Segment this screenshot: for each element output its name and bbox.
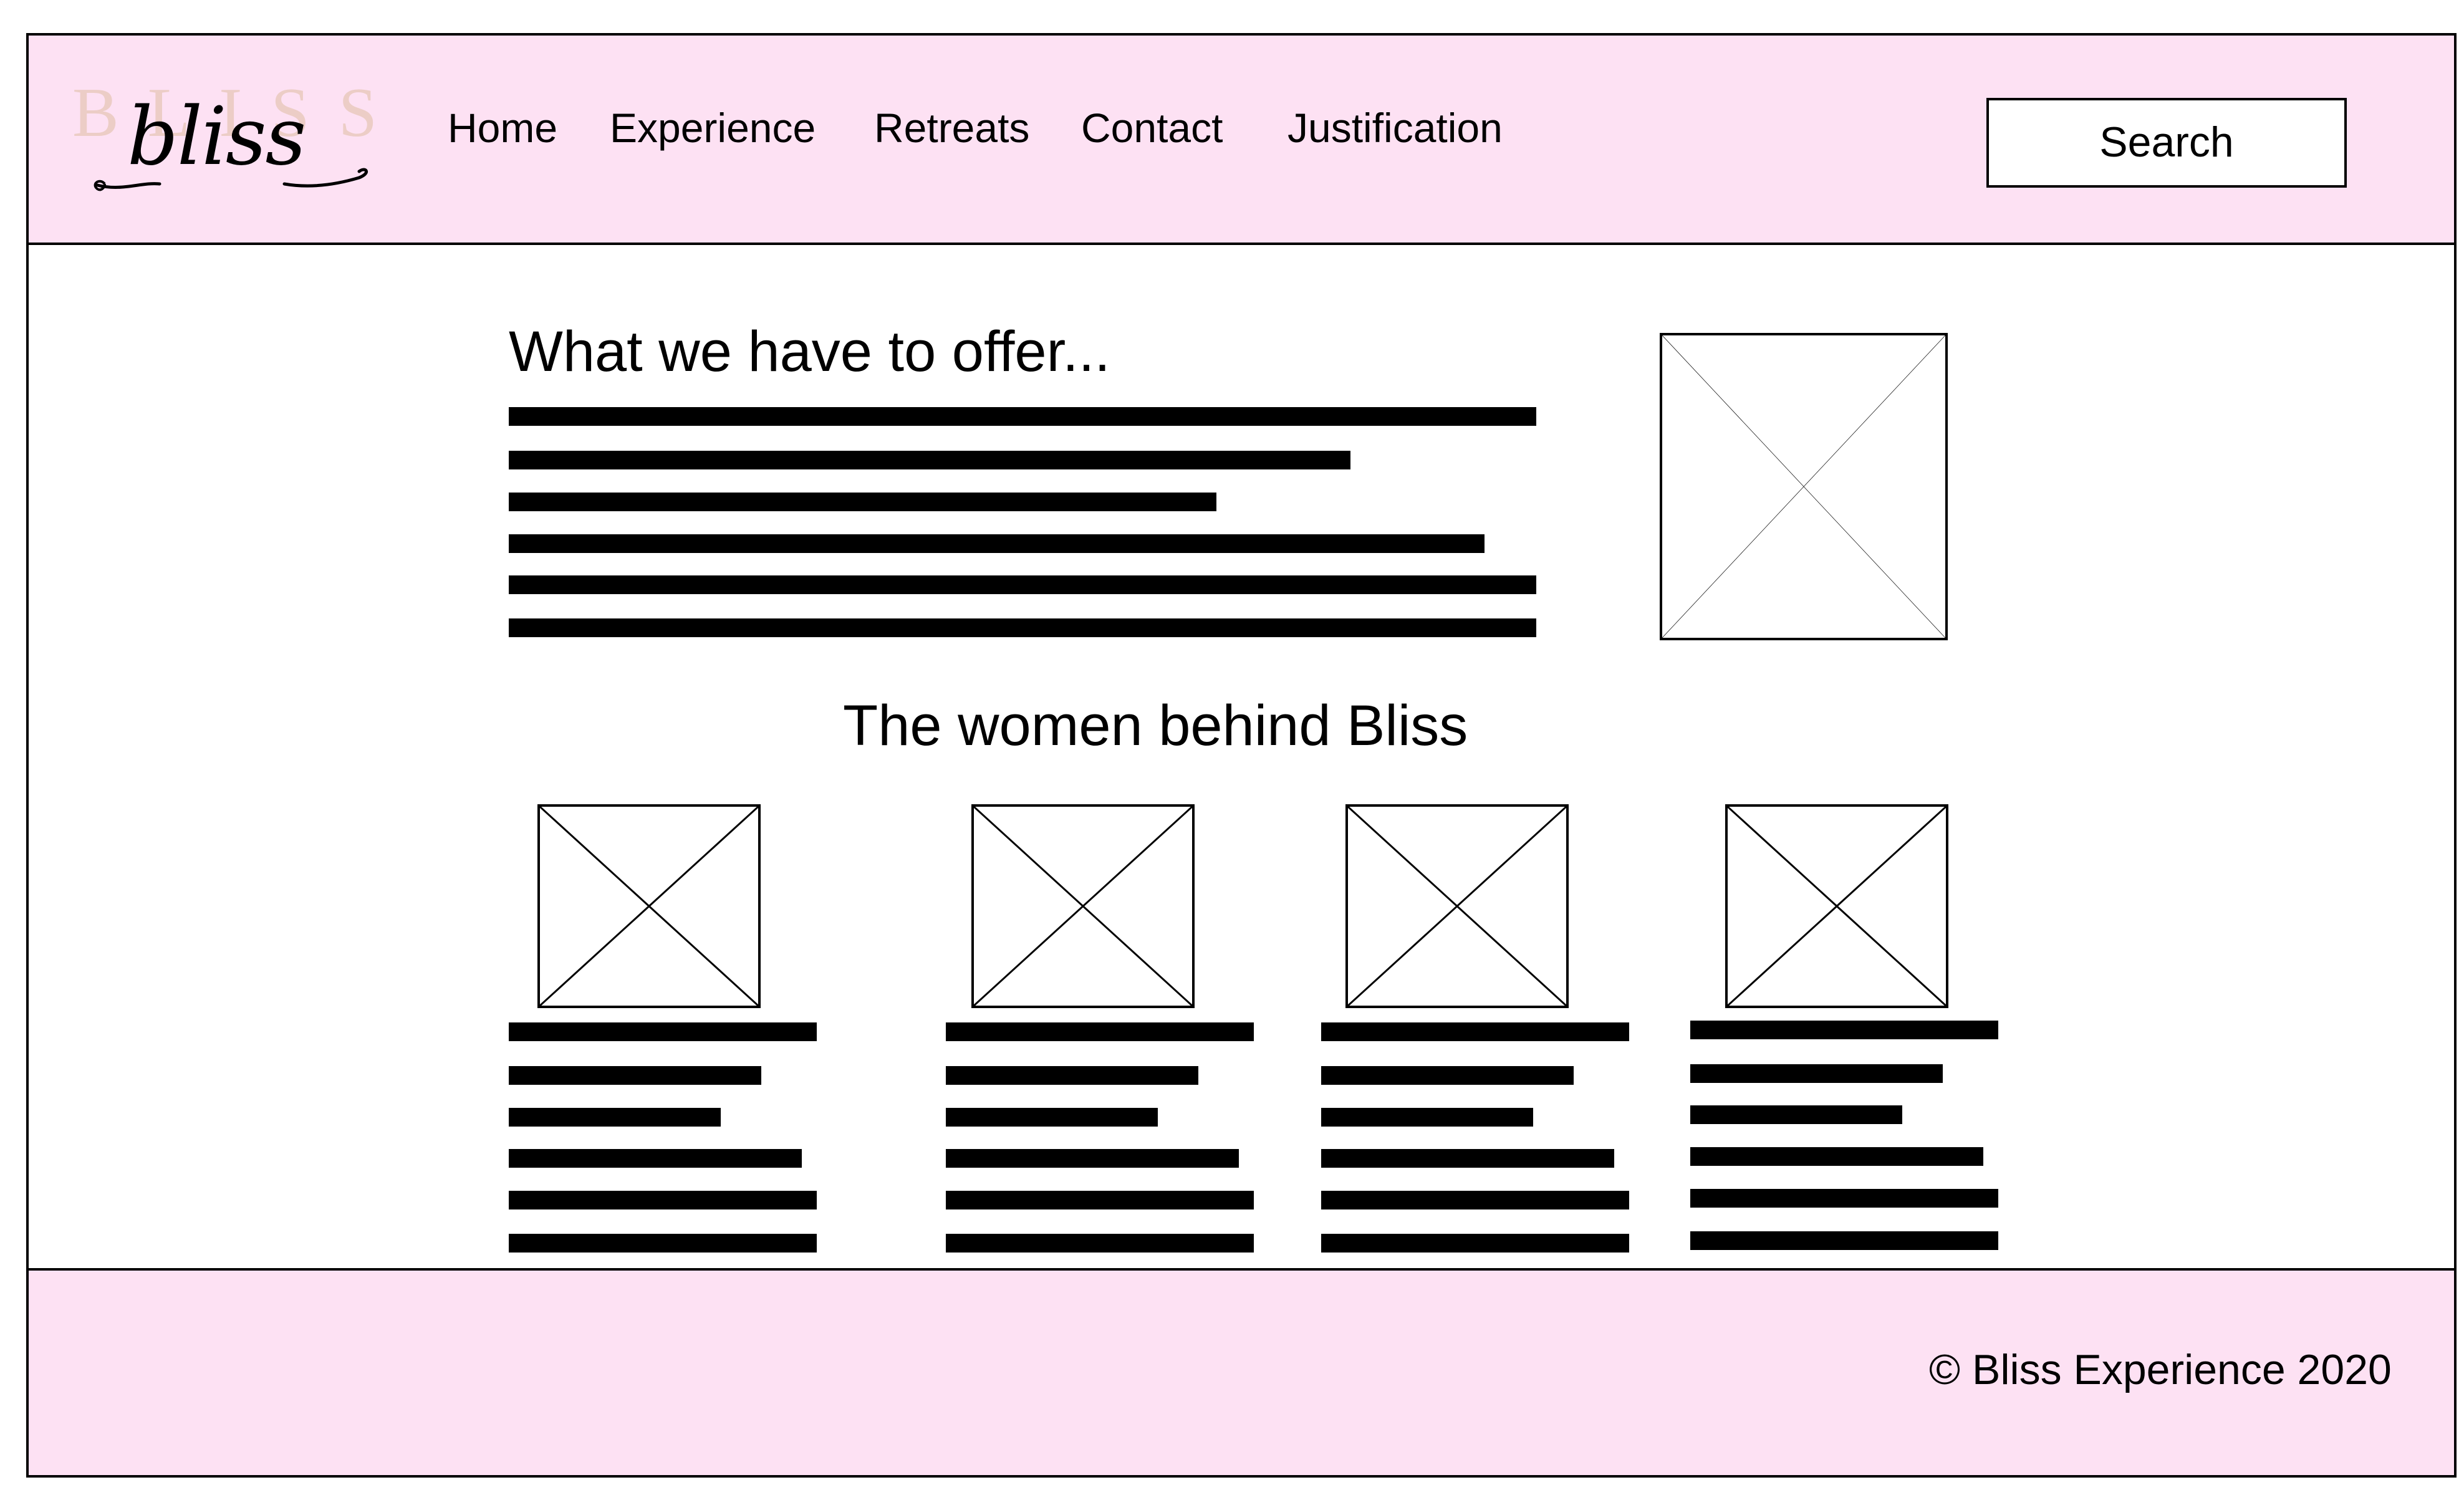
nav-experience[interactable]: Experience <box>610 104 816 151</box>
image-placeholder <box>1660 333 1948 640</box>
text-line <box>1321 1149 1614 1168</box>
text-line <box>509 575 1536 594</box>
text-line <box>946 1108 1158 1127</box>
copyright-text: © Bliss Experience 2020 <box>1929 1346 2392 1393</box>
offer-heading: What we have to offer... <box>509 320 1110 383</box>
text-line <box>946 1149 1239 1168</box>
text-line <box>509 407 1536 426</box>
text-line <box>1690 1231 1998 1250</box>
text-line <box>509 618 1536 637</box>
text-line <box>1321 1066 1574 1085</box>
text-line <box>509 1108 721 1127</box>
logo-flourish <box>94 168 368 191</box>
nav-home[interactable]: Home <box>448 104 557 151</box>
team-photo-placeholder <box>537 804 761 1008</box>
text-line <box>1321 1022 1629 1041</box>
text-line <box>1690 1147 1983 1166</box>
team-photo-placeholder <box>1345 804 1569 1008</box>
text-line <box>1321 1191 1629 1209</box>
text-line <box>946 1234 1254 1253</box>
text-line <box>1690 1189 1998 1208</box>
text-line <box>509 451 1350 469</box>
text-line <box>509 493 1216 511</box>
text-line <box>509 1191 817 1209</box>
nav-contact[interactable]: Contact <box>1081 104 1223 151</box>
team-photo-placeholder <box>1725 804 1948 1008</box>
text-line <box>509 1234 817 1253</box>
site-header: BLISS bliss Home Experience Retreats Con… <box>29 36 2454 245</box>
text-line <box>1690 1064 1943 1083</box>
text-line <box>1690 1105 1902 1124</box>
text-line <box>1321 1108 1533 1127</box>
site-footer: © Bliss Experience 2020 <box>29 1268 2454 1475</box>
page-frame: BLISS bliss Home Experience Retreats Con… <box>26 33 2457 1478</box>
nav-retreats[interactable]: Retreats <box>874 104 1029 151</box>
text-line <box>946 1066 1198 1085</box>
team-heading: The women behind Bliss <box>843 694 1468 757</box>
text-line <box>509 1022 817 1041</box>
bliss-logo[interactable]: BLISS bliss <box>72 73 397 210</box>
text-line <box>509 1149 802 1168</box>
text-line <box>946 1191 1254 1209</box>
search-input[interactable]: Search <box>1986 98 2347 188</box>
text-line <box>946 1022 1254 1041</box>
text-line <box>1321 1234 1629 1253</box>
text-line <box>509 534 1485 553</box>
text-line <box>509 1066 761 1085</box>
text-line <box>1690 1021 1998 1039</box>
team-photo-placeholder <box>971 804 1195 1008</box>
nav-justification[interactable]: Justification <box>1287 104 1503 151</box>
